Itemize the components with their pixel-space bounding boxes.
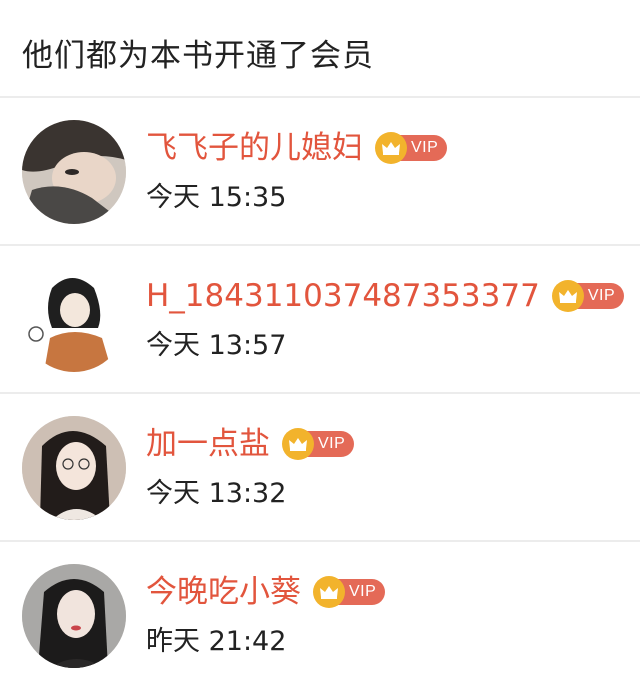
- avatar-image: [22, 268, 126, 372]
- member-name-line: 加一点盐 VIP: [146, 424, 355, 464]
- avatar[interactable]: [22, 120, 126, 224]
- member-time: 今天 13:32: [146, 478, 287, 509]
- avatar-image: [22, 416, 126, 520]
- member-time: 昨天 21:42: [146, 626, 287, 657]
- avatar-image: [22, 120, 126, 224]
- avatar[interactable]: [22, 268, 126, 372]
- avatar[interactable]: [22, 416, 126, 520]
- avatar-image: [22, 564, 126, 668]
- member-name-line: 今晚吃小葵 VIP: [146, 572, 386, 612]
- member-time: 今天 13:57: [146, 330, 287, 361]
- vip-badge: VIP: [313, 576, 386, 608]
- section-header: 他们都为本书开通了会员: [0, 0, 640, 98]
- member-name-line: 飞飞子的儿媳妇 VIP: [146, 128, 448, 168]
- page-title: 他们都为本书开通了会员: [22, 37, 374, 74]
- member-name[interactable]: 加一点盐: [146, 424, 270, 464]
- crown-icon: [282, 428, 314, 460]
- member-name-line: H_184311037487353377 VIP: [146, 276, 625, 316]
- member-name[interactable]: 今晚吃小葵: [146, 572, 301, 612]
- vip-badge: VIP: [375, 132, 448, 164]
- member-row[interactable]: 今晚吃小葵 VIP 昨天 21:42: [0, 542, 640, 683]
- crown-icon: [551, 280, 584, 312]
- vip-badge: VIP: [551, 280, 625, 312]
- member-list: 飞飞子的儿媳妇 VIP 今天 15:35 H_18431103748735337…: [0, 98, 640, 683]
- member-name[interactable]: H_184311037487353377: [146, 276, 540, 316]
- crown-icon: [313, 576, 345, 608]
- vip-badge: VIP: [282, 428, 355, 460]
- member-row[interactable]: 加一点盐 VIP 今天 13:32: [0, 394, 640, 542]
- member-time: 今天 15:35: [146, 182, 287, 213]
- crown-icon: [375, 132, 407, 164]
- member-name[interactable]: 飞飞子的儿媳妇: [146, 128, 363, 168]
- avatar[interactable]: [22, 564, 126, 668]
- member-row[interactable]: H_184311037487353377 VIP 今天 13:57: [0, 246, 640, 394]
- member-row[interactable]: 飞飞子的儿媳妇 VIP 今天 15:35: [0, 98, 640, 246]
- vip-members-page: 他们都为本书开通了会员 飞飞子的儿媳妇 VIP 今天 15:35 H_18431…: [0, 0, 640, 683]
